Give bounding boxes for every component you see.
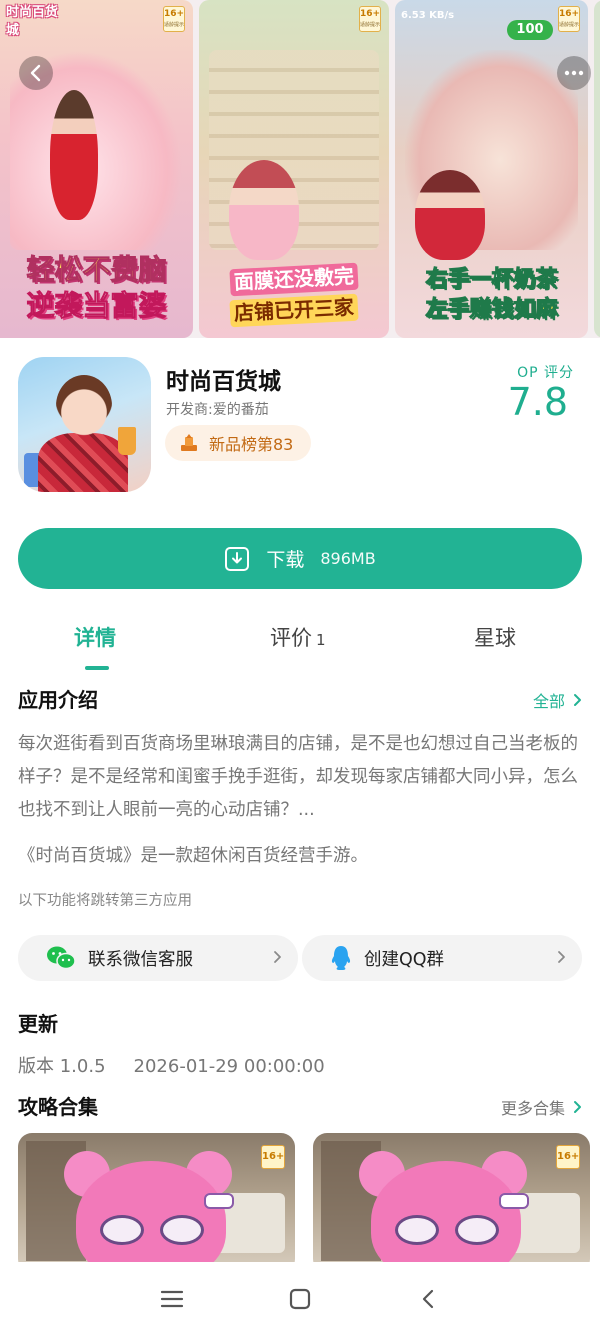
screenshot-slogan: 轻松不费脑 逆袭当富婆 xyxy=(26,252,167,322)
network-speed: 6.53 KB/s xyxy=(401,10,455,21)
guide-art-ribbon xyxy=(204,1193,234,1209)
tab-detail[interactable]: 详情 xyxy=(74,622,116,652)
rank-badge-label: 新品榜第83 xyxy=(209,435,294,454)
intro-heading: 应用介绍 xyxy=(18,688,98,712)
guide-card[interactable]: 16+ xyxy=(18,1133,295,1273)
qq-group-label: 创建QQ群 xyxy=(364,949,445,970)
download-icon xyxy=(225,546,250,571)
tab-bar: 详情 评价 1 星球 xyxy=(0,622,600,672)
screenshot-4-peek[interactable] xyxy=(594,0,600,338)
character-figure xyxy=(50,90,98,220)
version-number: 版本 1.0.5 xyxy=(18,1056,106,1077)
recent-apps-button[interactable] xyxy=(157,1284,187,1314)
guides-more-label: 更多合集 xyxy=(500,1099,565,1118)
score-value: 7.8 xyxy=(507,380,568,424)
age-rating-badge: 16+ 适龄提示 xyxy=(558,6,580,32)
download-size: 896MB xyxy=(320,549,376,568)
guide-art-glasses xyxy=(100,1215,204,1245)
intro-more-label: 全部 xyxy=(532,692,565,711)
intro-more-link[interactable]: 全部 xyxy=(533,688,582,712)
guides-heading: 攻略合集 xyxy=(18,1095,98,1119)
screenshot-2[interactable]: 16+ 适龄提示 面膜还没敷完 店铺已开三家 xyxy=(199,0,389,338)
wechat-icon xyxy=(47,946,76,970)
chevron-right-icon xyxy=(574,1101,581,1113)
icon-art-face xyxy=(56,375,112,437)
menu-icon xyxy=(160,1290,184,1308)
tab-planet[interactable]: 星球 xyxy=(474,622,516,652)
guides-more-link[interactable]: 更多合集 xyxy=(501,1095,582,1119)
more-button[interactable] xyxy=(557,56,591,90)
icon-art-cup xyxy=(118,427,136,455)
chevron-right-icon xyxy=(574,694,581,706)
update-date: 2026-01-29 00:00:00 xyxy=(133,1056,325,1077)
screenshot-3[interactable]: 6.53 KB/s 100 16+ 适龄提示 右手一杯奶茶 左手赚钱如麻 xyxy=(395,0,588,338)
chevron-right-icon xyxy=(558,951,565,963)
rank-badge[interactable]: 新品榜第83 xyxy=(165,425,312,461)
tab-review-label: 评价 xyxy=(270,626,312,650)
more-dots-icon xyxy=(564,70,584,76)
icon-art-shirt xyxy=(38,433,128,492)
active-tab-indicator xyxy=(85,666,109,670)
age-rating-badge: 16+ xyxy=(556,1145,580,1169)
home-square-icon xyxy=(289,1288,311,1310)
developer-name[interactable]: 开发商:爱的番茄 xyxy=(166,399,269,419)
app-name: 时尚百货城 xyxy=(166,369,281,395)
tab-review[interactable]: 评价 1 xyxy=(270,622,326,652)
qq-icon xyxy=(331,946,351,970)
home-button[interactable] xyxy=(285,1284,315,1314)
game-logo: 时尚百货城 xyxy=(6,5,59,38)
chevron-right-icon xyxy=(274,951,281,963)
screenshot-slogan: 右手一杯奶茶 左手赚钱如麻 xyxy=(425,267,558,322)
guide-art-ribbon xyxy=(499,1193,529,1209)
wechat-support-label: 联系微信客服 xyxy=(88,949,193,970)
chevron-left-icon xyxy=(30,64,41,82)
wechat-support-button[interactable]: 联系微信客服 xyxy=(18,935,298,981)
guide-card[interactable]: 16+ xyxy=(313,1133,590,1273)
character-figure xyxy=(415,170,485,260)
back-chevron-icon xyxy=(422,1289,434,1309)
age-rating-badge: 16+ xyxy=(261,1145,285,1169)
version-info: 版本 1.0.5 2026-01-29 00:00:00 xyxy=(18,1052,325,1078)
app-icon xyxy=(18,357,151,492)
age-rating-badge: 16+ 适龄提示 xyxy=(163,6,185,32)
score-label: OP 评分 xyxy=(517,365,574,381)
intro-summary: 《时尚百货城》是一款超休闲百货经营手游。 xyxy=(18,846,368,866)
screenshot-1[interactable]: 时尚百货城 16+ 适龄提示 轻松不费脑 逆袭当富婆 xyxy=(0,0,193,338)
game-score: 100 xyxy=(507,20,553,40)
third-party-note: 以下功能将跳转第三方应用 xyxy=(18,893,192,909)
back-button[interactable] xyxy=(19,56,53,90)
guide-art-glasses xyxy=(395,1215,499,1245)
update-heading: 更新 xyxy=(18,1012,58,1036)
intro-description: 每次逛街看到百货商场里琳琅满目的店铺，是不是也幻想过自己当老板的样子？是不是经常… xyxy=(18,734,578,820)
screenshot-carousel[interactable]: 时尚百货城 16+ 适龄提示 轻松不费脑 逆袭当富婆 16+ 适龄提示 面膜还没… xyxy=(0,0,600,338)
download-label: 下载 xyxy=(266,549,305,571)
character-figure xyxy=(229,160,299,260)
download-button[interactable]: 下载 896MB xyxy=(18,528,582,589)
qq-group-button[interactable]: 创建QQ群 xyxy=(302,935,582,981)
screenshot-slogan: 面膜还没敷完 店铺已开三家 xyxy=(207,262,381,328)
tab-review-count: 1 xyxy=(316,631,326,649)
age-rating-badge: 16+ 适龄提示 xyxy=(359,6,381,32)
system-back-button[interactable] xyxy=(413,1284,443,1314)
system-navigation-bar xyxy=(0,1262,600,1333)
rank-trophy-icon xyxy=(181,434,197,451)
